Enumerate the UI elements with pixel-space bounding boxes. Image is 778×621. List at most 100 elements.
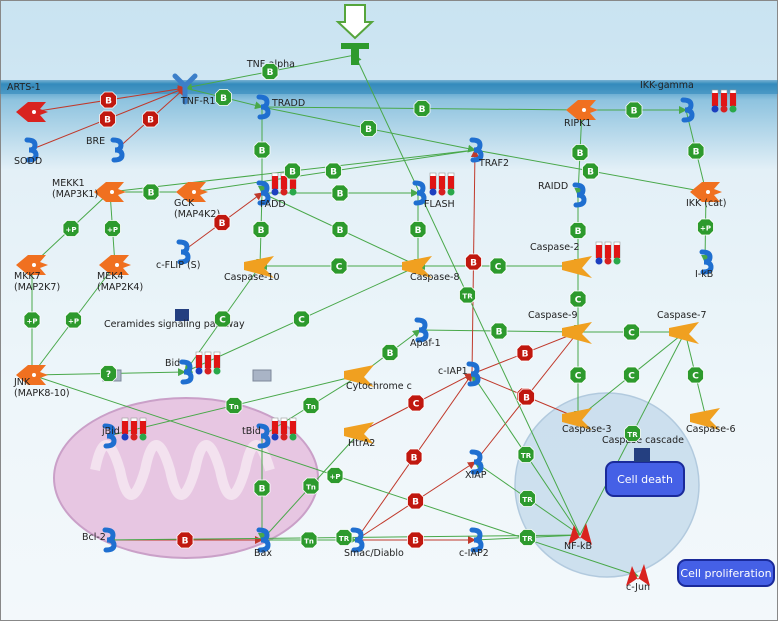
indicator-bulb: [729, 105, 737, 113]
edge-badge: B: [142, 183, 160, 201]
indicator-fill: [596, 245, 602, 258]
casp10-node[interactable]: Caspase-10: [224, 256, 280, 283]
bre-glyph: [110, 137, 125, 163]
edge-badge-label: Tn: [306, 403, 316, 411]
edge-badge: B: [516, 344, 534, 362]
edge-badge-label: B: [411, 454, 418, 464]
cytc-node[interactable]: Cytochrome c: [344, 365, 412, 392]
tbid-label: tBid: [242, 426, 261, 437]
bid-node[interactable]: Bid: [165, 358, 194, 385]
edge-badge-label: TR: [522, 496, 533, 504]
edge-badge-label: B: [148, 189, 155, 199]
raidd-label: RAIDD: [538, 181, 568, 192]
tnfr1-label: TNF-R1: [180, 96, 215, 107]
smac-node[interactable]: Smac/Diablo: [344, 527, 404, 559]
indicator-fill: [721, 93, 727, 106]
edge-badge-label: B: [330, 168, 337, 178]
gck-node[interactable]: GCK(MAP4K2): [174, 182, 220, 220]
edge-badge-label: B: [147, 116, 154, 126]
cflip-label: c-FLIP (S): [156, 260, 200, 271]
edge-badge: C: [687, 366, 704, 384]
indicator-fill: [196, 355, 202, 368]
caspase-cascade-label: Caspase cascade: [602, 435, 684, 446]
ikkcat-node[interactable]: IKK (cat): [686, 182, 726, 209]
edge-badge-label: B: [365, 125, 372, 135]
gck-label: (MAP4K2): [174, 209, 220, 220]
edge-badge-label: +P: [330, 473, 341, 481]
edge-badge-label: B: [337, 190, 344, 200]
edge-badge: B: [582, 162, 599, 180]
edge-badge: +P: [326, 467, 344, 484]
cflip-node[interactable]: c-FLIP (S): [156, 239, 200, 271]
casp6-node[interactable]: Caspase-6: [686, 408, 736, 435]
casp2-indicators: [595, 241, 621, 265]
celldeath-label: Cell death: [617, 473, 673, 486]
mkk7-node[interactable]: MKK7(MAP2K7): [14, 255, 60, 293]
jnk-label: (MAPK8-10): [14, 388, 70, 399]
edge-badge-label: C: [298, 316, 305, 326]
edge-badge: C: [330, 257, 348, 275]
edge-badge-label: B: [412, 537, 419, 547]
indicator-fill: [272, 176, 278, 189]
edge-badge-label: TR: [462, 293, 473, 301]
mek4-node[interactable]: MEK4(MAP2K4): [97, 255, 143, 293]
cytc-label: Cytochrome c: [346, 381, 412, 392]
edge-badge: B: [284, 162, 301, 180]
bcl2-node[interactable]: Bcl-2: [82, 527, 117, 553]
edge-badge-label: +P: [700, 225, 711, 233]
casp7-node[interactable]: Caspase-7: [657, 310, 707, 344]
ikkg-node[interactable]: IKK-gamma: [640, 80, 695, 123]
indicator-bulb: [289, 188, 297, 196]
casp9-glyph: [562, 322, 592, 344]
arts1-glyph-dot: [32, 110, 36, 114]
raidd-node[interactable]: RAIDD: [538, 181, 587, 208]
casp9-label: Caspase-9: [528, 310, 578, 321]
celldeath-box[interactable]: Cell death: [605, 461, 685, 497]
ripk1-label: RIPK1: [564, 118, 591, 129]
ripk1-node[interactable]: RIPK1: [564, 100, 598, 129]
ciap2-node[interactable]: c-IAP2: [459, 527, 489, 559]
edge-badge-label: C: [495, 263, 502, 273]
edge-badge: Tn: [302, 477, 320, 495]
edge-badge: B: [215, 89, 232, 106]
edge-badge: C: [569, 290, 587, 308]
edge-badge: C: [623, 366, 640, 384]
indicator-bulb: [271, 188, 279, 196]
mekk1-node[interactable]: MEKK1(MAP3K1): [52, 178, 126, 202]
indicator-bulb: [604, 257, 612, 265]
edge-badge: +P: [104, 220, 121, 237]
mek4-glyph-dot: [115, 263, 119, 267]
edge-badge: B: [253, 141, 271, 159]
indicator-fill: [614, 245, 620, 258]
indicator-fill: [205, 355, 211, 368]
casp2-node[interactable]: Caspase-2: [530, 242, 592, 278]
edge-badge: +P: [697, 218, 714, 236]
bre-node[interactable]: BRE: [86, 136, 125, 163]
cellprolif-box[interactable]: Cell proliferation: [677, 559, 775, 587]
edge-badge: B: [465, 253, 482, 271]
ikkcat-label: IKK (cat): [686, 198, 726, 209]
casp2-glyph: [562, 256, 592, 278]
indicator-fill: [272, 421, 278, 434]
mkk7-label: MKK7: [14, 271, 41, 282]
ikb-node[interactable]: I-kB: [695, 249, 714, 280]
edge-badge: B: [100, 91, 117, 109]
edge-badge-label: C: [628, 329, 635, 339]
edge-badge: B: [213, 214, 231, 231]
traf2-node[interactable]: TRAF2: [469, 137, 509, 169]
edge-badge: B: [687, 142, 705, 160]
jnk-node[interactable]: JNK(MAPK8-10): [13, 365, 70, 399]
edge-badge-label: B: [104, 116, 111, 126]
edge-badge: C: [293, 310, 310, 328]
edge-badge-label: +P: [27, 318, 38, 326]
edge-badge-label: C: [628, 372, 635, 382]
sodd-node[interactable]: SODD: [14, 137, 42, 167]
edge-badge-label: B: [587, 168, 594, 178]
mkk7-label: (MAP2K7): [14, 282, 60, 293]
edge-badge: B: [360, 120, 377, 137]
indicator-fill: [448, 176, 454, 189]
edge-badge: B: [413, 100, 431, 117]
edge-badge: TR: [519, 490, 536, 507]
edge-badge-label: B: [387, 349, 394, 359]
indicator-bulb: [121, 433, 129, 441]
